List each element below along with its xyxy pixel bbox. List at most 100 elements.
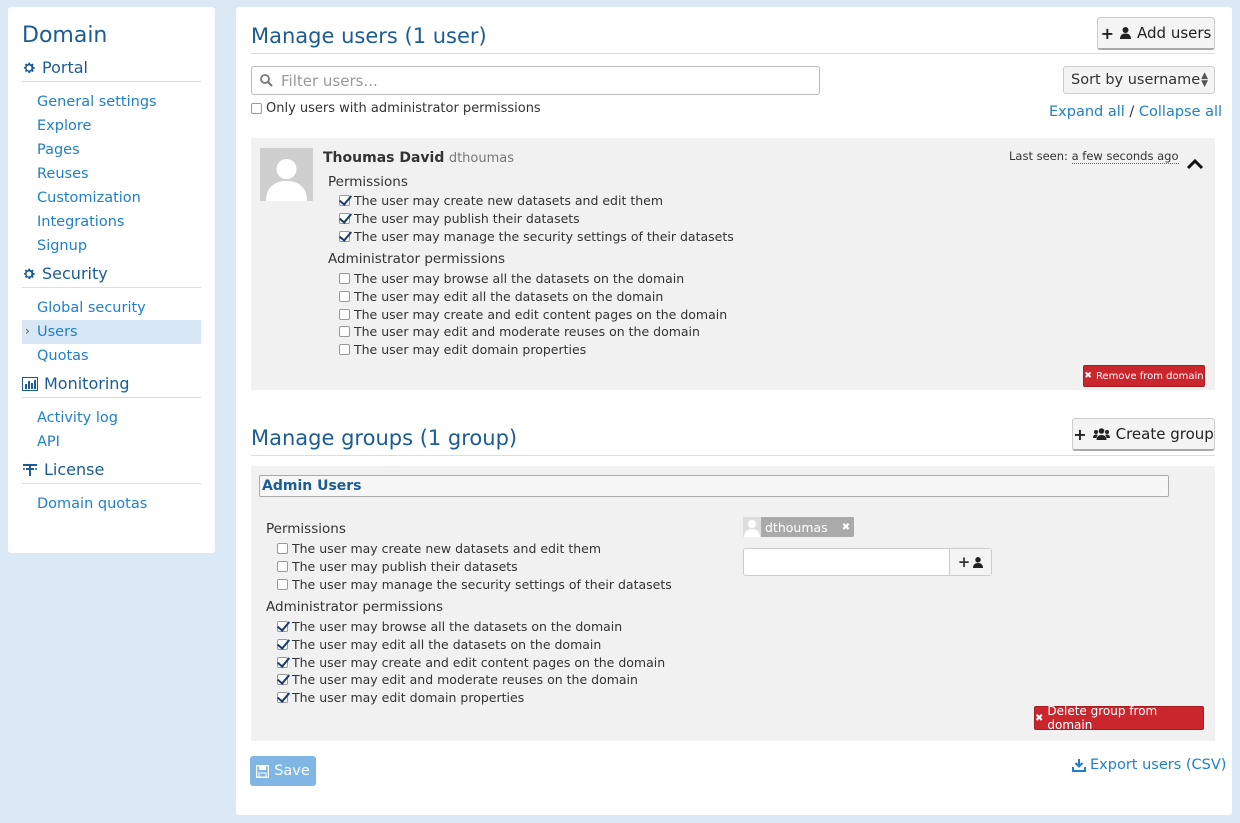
add-users-button[interactable]: + Add users: [1097, 17, 1215, 50]
permission-label: The user may edit and moderate reuses on…: [354, 324, 700, 340]
sidebar-item-integrations[interactable]: Integrations: [22, 210, 201, 234]
sort-select[interactable]: Sort by username ▲ ▼: [1063, 66, 1215, 94]
permission-label: The user may edit all the datasets on th…: [354, 289, 664, 305]
users-title: Manage users (1 user): [251, 24, 487, 48]
permission-item: The user may browse all the datasets on …: [277, 618, 665, 636]
export-label: Export users (CSV): [1090, 757, 1227, 773]
add-member-group: +: [743, 548, 992, 576]
gear-icon: [23, 268, 35, 279]
member-tag-label: dthoumas: [765, 519, 828, 535]
permission-checkbox[interactable]: [277, 656, 288, 668]
permission-checkbox[interactable]: [339, 230, 350, 242]
save-label: Save: [274, 763, 310, 779]
admin-only-checkbox[interactable]: [251, 103, 262, 114]
sort-select-value: Sort by username: [1071, 72, 1201, 88]
group-name-field[interactable]: Admin Users: [259, 475, 1169, 497]
permission-checkbox[interactable]: [339, 308, 350, 320]
sidebar-section-label: Portal: [42, 58, 88, 77]
admin-only-label: Only users with administrator permission…: [266, 101, 541, 116]
sidebar-item-pages[interactable]: Pages: [22, 138, 201, 162]
user-fullname: Thoumas David: [323, 150, 445, 166]
permission-label: The user may create and edit content pag…: [292, 654, 666, 670]
permission-label: The user may publish their datasets: [354, 211, 580, 227]
permission-item: The user may edit all the datasets on th…: [277, 636, 665, 654]
member-tag: dthoumas ✖: [743, 517, 854, 537]
permission-checkbox[interactable]: [339, 291, 350, 303]
remove-label: Remove from domain: [1095, 370, 1204, 382]
sidebar-item-customization[interactable]: Customization: [22, 186, 201, 210]
user-identity: Thoumas David dthoumas: [323, 150, 514, 166]
gear-icon: [23, 62, 35, 73]
permission-checkbox[interactable]: [277, 674, 288, 686]
sidebar: Domain Portal General settings Explore P…: [8, 7, 215, 553]
permission-checkbox[interactable]: [277, 543, 288, 555]
sidebar-title: Domain: [22, 23, 108, 48]
permission-checkbox[interactable]: [277, 621, 288, 633]
create-group-button[interactable]: + Create group: [1072, 418, 1215, 451]
sidebar-item-api[interactable]: API: [22, 430, 201, 454]
export-users-link[interactable]: Export users (CSV): [1072, 757, 1226, 773]
separator: /: [1129, 104, 1135, 120]
permission-checkbox[interactable]: [339, 213, 350, 225]
add-member-input[interactable]: [744, 549, 950, 575]
select-arrows-icon: ▲ ▼: [1201, 71, 1208, 89]
delete-group-button[interactable]: ✖ Delete group from domain: [1034, 704, 1204, 732]
expand-all-link[interactable]: Expand all: [1049, 104, 1125, 120]
permission-label: The user may create new datasets and edi…: [292, 541, 602, 557]
permission-label: The user may browse all the datasets on …: [292, 619, 623, 635]
permission-item: The user may edit domain properties: [339, 341, 727, 359]
sidebar-item-signup[interactable]: Signup: [22, 234, 201, 258]
permission-label: The user may edit domain properties: [354, 342, 587, 358]
save-icon: [256, 764, 270, 778]
add-member-button[interactable]: +: [949, 549, 991, 575]
permission-checkbox[interactable]: [277, 561, 288, 573]
remove-from-domain-button[interactable]: ✖ Remove from domain: [1083, 365, 1205, 387]
permission-item: The user may publish their datasets: [339, 210, 734, 228]
sidebar-section-security: Security: [22, 264, 201, 288]
sidebar-item-domain-quotas[interactable]: Domain quotas: [22, 492, 201, 516]
permission-item: The user may create and edit content pag…: [277, 653, 665, 671]
permission-checkbox[interactable]: [277, 639, 288, 651]
permission-item: The user may edit all the datasets on th…: [339, 288, 727, 306]
collapse-chevron-icon[interactable]: [1186, 158, 1204, 170]
permission-checkbox[interactable]: [277, 692, 288, 704]
avatar: [260, 148, 313, 201]
sidebar-item-explore[interactable]: Explore: [22, 114, 201, 138]
close-icon: ✖: [1035, 712, 1044, 724]
user-admin-permissions-list: The user may browse all the datasets on …: [339, 270, 727, 358]
permission-checkbox[interactable]: [339, 326, 350, 338]
sidebar-section-license: License: [22, 460, 201, 484]
search-icon: [260, 74, 273, 87]
permission-label: The user may browse all the datasets on …: [354, 271, 685, 287]
group-admin-permissions-list: The user may browse all the datasets on …: [277, 618, 665, 706]
collapse-all-link[interactable]: Collapse all: [1139, 104, 1222, 120]
sidebar-item-quotas[interactable]: Quotas: [22, 344, 201, 368]
permission-label: The user may edit domain properties: [292, 690, 525, 706]
group-permissions-list: The user may create new datasets and edi…: [277, 540, 672, 593]
sidebar-section-label: Monitoring: [44, 374, 130, 393]
permission-checkbox[interactable]: [339, 344, 350, 356]
sidebar-item-global-security[interactable]: Global security: [22, 296, 201, 320]
group-permissions-title: Permissions: [266, 521, 346, 537]
create-group-label: Create group: [1115, 425, 1214, 443]
sidebar-item-users[interactable]: › Users: [22, 320, 201, 344]
download-icon: [1072, 759, 1086, 772]
permission-item: The user may browse all the datasets on …: [339, 270, 727, 288]
permission-item: The user may manage the security setting…: [277, 575, 672, 593]
sidebar-item-general-settings[interactable]: General settings: [22, 90, 201, 114]
permission-checkbox[interactable]: [339, 273, 350, 285]
sidebar-section-label: License: [44, 460, 105, 479]
divider: [251, 53, 1215, 54]
bar-chart-icon: [22, 376, 38, 391]
plus-icon: +: [1073, 424, 1087, 444]
sidebar-item-activity-log[interactable]: Activity log: [22, 406, 201, 430]
permission-item: The user may manage the security setting…: [339, 227, 734, 245]
save-button[interactable]: Save: [250, 756, 316, 786]
user-permissions-list: The user may create new datasets and edi…: [339, 192, 734, 245]
user-admin-permissions-title: Administrator permissions: [328, 251, 506, 267]
remove-member-icon[interactable]: ✖: [842, 522, 850, 533]
permission-checkbox[interactable]: [277, 578, 288, 590]
permission-checkbox[interactable]: [339, 195, 350, 207]
filter-users-input[interactable]: [279, 70, 799, 91]
sidebar-item-reuses[interactable]: Reuses: [22, 162, 201, 186]
